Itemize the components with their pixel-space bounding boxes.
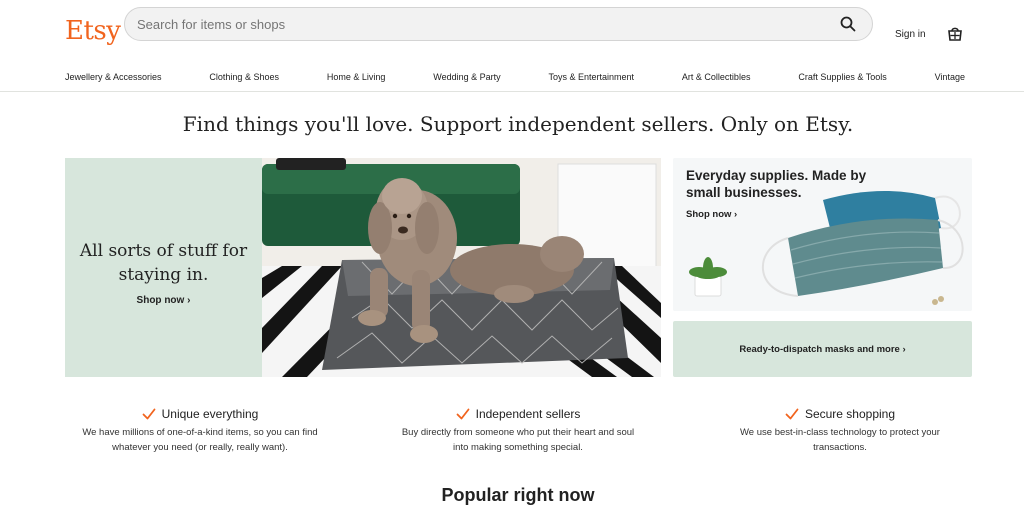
nav-item-toys[interactable]: Toys & Entertainment bbox=[549, 72, 635, 82]
hero-image[interactable] bbox=[262, 158, 661, 377]
nav-item-art[interactable]: Art & Collectibles bbox=[682, 72, 751, 82]
supplies-shop-now-link[interactable]: Shop now › bbox=[686, 209, 737, 220]
page-headline: Find things you'll love. Support indepen… bbox=[182, 112, 854, 136]
category-nav: Jewellery & Accessories Clothing & Shoes… bbox=[65, 72, 965, 82]
nav-item-wedding[interactable]: Wedding & Party bbox=[433, 72, 500, 82]
hero-title: All sorts of stuff for staying in. bbox=[79, 241, 248, 285]
feature-independent: Independent sellers Buy directly from so… bbox=[378, 407, 658, 455]
feature-secure: Secure shopping We use best-in-class tec… bbox=[700, 407, 980, 455]
hero-shop-now-link[interactable]: Shop now › bbox=[137, 295, 191, 306]
feature-title: Secure shopping bbox=[804, 407, 896, 421]
check-icon bbox=[785, 408, 799, 420]
nav-item-clothing[interactable]: Clothing & Shoes bbox=[209, 72, 279, 82]
popular-heading: Popular right now bbox=[441, 485, 595, 505]
search-icon bbox=[840, 16, 856, 32]
check-icon bbox=[142, 408, 156, 420]
feature-title: Unique everything bbox=[161, 407, 259, 421]
feature-description: Buy directly from someone who put their … bbox=[401, 427, 635, 453]
poodle-on-cushion-image bbox=[262, 158, 661, 377]
feature-description: We have millions of one-of-a-kind items,… bbox=[82, 427, 318, 453]
site-header: Etsy Sign in Jewellery & Accessories Clo… bbox=[0, 0, 1024, 92]
search-button[interactable] bbox=[836, 12, 860, 36]
hero-promo-card[interactable]: All sorts of stuff for staying in. Shop … bbox=[65, 158, 262, 377]
masks-link[interactable]: Ready-to-dispatch masks and more › bbox=[739, 344, 905, 355]
sign-in-link[interactable]: Sign in bbox=[895, 29, 926, 40]
everyday-supplies-card[interactable]: Everyday supplies. Made by small busines… bbox=[673, 158, 972, 311]
nav-item-home[interactable]: Home & Living bbox=[327, 72, 386, 82]
masks-card[interactable]: Ready-to-dispatch masks and more › bbox=[673, 321, 972, 377]
nav-item-vintage[interactable]: Vintage bbox=[935, 72, 965, 82]
feature-title: Independent sellers bbox=[475, 407, 581, 421]
cart-icon[interactable] bbox=[946, 25, 964, 43]
supplies-card-title: Everyday supplies. Made by small busines… bbox=[686, 168, 867, 200]
check-icon bbox=[456, 408, 470, 420]
nav-item-jewellery[interactable]: Jewellery & Accessories bbox=[65, 72, 162, 82]
search-bar bbox=[124, 7, 873, 41]
etsy-logo[interactable]: Etsy bbox=[65, 16, 121, 46]
nav-item-craft[interactable]: Craft Supplies & Tools bbox=[798, 72, 886, 82]
feature-unique: Unique everything We have millions of on… bbox=[60, 407, 340, 455]
search-input[interactable] bbox=[137, 16, 836, 32]
feature-description: We use best-in-class technology to prote… bbox=[740, 427, 940, 453]
